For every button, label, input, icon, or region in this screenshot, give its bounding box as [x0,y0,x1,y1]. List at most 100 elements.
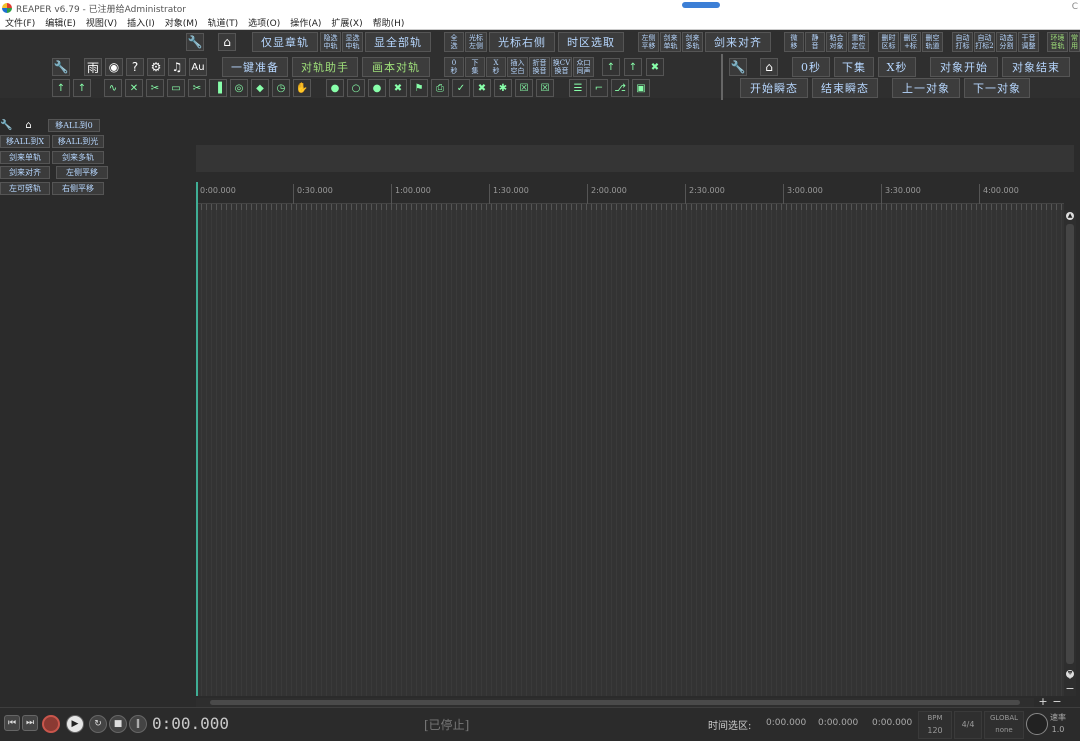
pin-icon[interactable]: ● [368,79,386,97]
zoom-in-vertical-icon[interactable]: + [1065,670,1075,681]
left-pan-track-button[interactable]: 左侧平移 [56,166,108,179]
eye-icon[interactable]: ◉ [105,58,123,76]
object-end-button[interactable]: 对象结束 [1002,57,1070,77]
time-select-button[interactable]: 时区选取 [558,32,624,52]
right-next-set-button[interactable]: 下集 [834,57,874,77]
cut-multi-button[interactable]: 剑来 多轨 [682,32,703,52]
zero-sec-button[interactable]: 0秒 [444,57,464,77]
end-transient-button[interactable]: 结束瞬态 [812,78,878,98]
meter-icon[interactable]: ▐ [209,79,227,97]
bracket-icon[interactable]: ⌐ [590,79,608,97]
cursor-right-button[interactable]: 光标右侧 [489,32,555,52]
cut-single-button[interactable]: 剑来 单轨 [660,32,681,52]
go-to-start-icon[interactable]: ⏮ [4,715,20,731]
rain-button[interactable]: 雨 [84,58,102,76]
script-align-button[interactable]: 画本对轨 [362,57,430,77]
menu-help[interactable]: 帮助(H) [368,16,410,29]
align-icon[interactable]: ◆ [251,79,269,97]
home-icon[interactable]: ⌂ [218,33,236,51]
prev-object-button[interactable]: 上一对象 [892,78,960,98]
wrench-icon[interactable]: 🔧 [0,119,13,132]
menu-edit[interactable]: 编辑(E) [40,16,81,29]
marker-icon[interactable]: ↑ [602,58,620,76]
mute-button[interactable]: 静音 [805,32,825,52]
menu-insert[interactable]: 插入(I) [122,16,160,29]
right-x-sec-button[interactable]: X秒 [878,57,916,77]
pause-button[interactable]: ‖ [129,715,147,733]
pin-delete-icon[interactable]: ✖ [389,79,407,97]
stop-button[interactable]: ■ [109,715,127,733]
auto-mark-button[interactable]: 自动 打标 [952,32,973,52]
wrench-icon[interactable]: 🔧 [729,58,747,76]
swap-cv-button[interactable]: 换CV 换音 [551,57,572,77]
zoom-out-vertical-icon[interactable]: − [1065,683,1075,694]
x-sec-button[interactable]: X秒 [486,57,506,77]
glue-icon[interactable]: ▭ [167,79,185,97]
cut-multi-track-button[interactable]: 剑来多轨 [52,151,104,164]
dry-adjust-button[interactable]: 干音 调整 [1018,32,1039,52]
selection-end[interactable]: 0:00.000 [818,718,858,728]
zoom-out-horizontal-icon[interactable]: − [1052,696,1062,707]
list-icon[interactable]: ☰ [569,79,587,97]
box-x-icon[interactable]: ☒ [515,79,533,97]
split-icon[interactable]: ✕ [125,79,143,97]
cursor-left-button[interactable]: 光标 左侧 [465,32,487,52]
extra-button[interactable]: 常用 [1069,32,1080,52]
same-voice-button[interactable]: 众口 同声 [573,57,594,77]
show-all-tracks-button[interactable]: 显全部轨 [365,32,431,52]
cut-icon[interactable]: ✂ [188,79,206,97]
hide-middle-track-button[interactable]: 隐选 中轨 [320,32,341,52]
playrate-knob[interactable] [1026,713,1048,735]
asterisk-icon[interactable]: ✱ [494,79,512,97]
title-slider[interactable] [682,2,720,8]
select-all-button[interactable]: 全选 [444,32,464,52]
auto-split-button[interactable]: 动态 分割 [996,32,1017,52]
grid-x-icon[interactable]: ☒ [536,79,554,97]
hand-icon[interactable]: ✋ [293,79,311,97]
pin-info-icon[interactable]: ● [326,79,344,97]
track-marker-icon[interactable]: ↑ [52,79,70,97]
right-zero-sec-button[interactable]: 0秒 [792,57,830,77]
delete-mark-button[interactable]: 删区 +标 [900,32,921,52]
map-pin-icon[interactable]: ◎ [230,79,248,97]
selection-start[interactable]: 0:00.000 [766,718,806,728]
audition-button[interactable]: Au [189,58,207,76]
bpm-box[interactable]: BPM 120 [918,711,952,739]
scroll-up-icon[interactable]: ▲ [1066,212,1074,220]
waveform-icon[interactable]: ∿ [104,79,122,97]
menu-track[interactable]: 轨道(T) [203,16,244,29]
selection-length[interactable]: 0:00.000 [872,718,912,728]
tree-icon[interactable]: ⎇ [611,79,629,97]
menu-file[interactable]: 文件(F) [0,16,40,29]
next-object-button[interactable]: 下一对象 [964,78,1030,98]
track-marker-icon[interactable]: ↑ [73,79,91,97]
menu-view[interactable]: 视图(V) [81,16,122,29]
horizontal-scrollbar[interactable] [196,698,1034,707]
left-pan-button[interactable]: 左侧 平移 [638,32,659,52]
menu-actions[interactable]: 操作(A) [285,16,326,29]
fold-swap-button[interactable]: 折音 换音 [529,57,550,77]
region-marker-lane[interactable] [196,145,1074,172]
renumber-button[interactable]: 重新 定位 [848,32,869,52]
vertical-scrollbar[interactable]: ▲ ▼ [1064,210,1076,696]
cut-align-button[interactable]: 剑来对齐 [705,32,771,52]
auto-region-button[interactable]: 自动 打标2 [974,32,995,52]
timeline-ruler[interactable]: 0:00.000 0:30.000 1:00.000 1:30.000 2:00… [196,182,1064,204]
flag-delete-icon[interactable]: ✖ [473,79,491,97]
move-all-to-cursor-button[interactable]: 移ALL到光 [52,135,104,148]
global-box[interactable]: GLOBAL none [984,711,1024,739]
glue-object-button[interactable]: 粘合 对象 [826,32,847,52]
horizontal-scroll-thumb[interactable] [210,700,1020,705]
left-cut-track-button[interactable]: 左可劈轨 [0,182,50,195]
one-click-prep-button[interactable]: 一键准备 [222,57,288,77]
delete-region-button[interactable]: 删时 区标 [878,32,899,52]
playrate-box[interactable]: 速率 1.0 [1050,712,1066,736]
wrench-icon[interactable]: 🔧 [186,33,204,51]
go-to-end-icon[interactable]: ⏭ [22,715,38,731]
menu-options[interactable]: 选项(O) [243,16,285,29]
only-show-main-track-button[interactable]: 仅显章轨 [252,32,318,52]
start-transient-button[interactable]: 开始瞬态 [740,78,808,98]
menu-extensions[interactable]: 扩展(X) [326,16,367,29]
cut-single-track-button[interactable]: 剑来单轨 [0,151,50,164]
object-start-button[interactable]: 对象开始 [930,57,998,77]
